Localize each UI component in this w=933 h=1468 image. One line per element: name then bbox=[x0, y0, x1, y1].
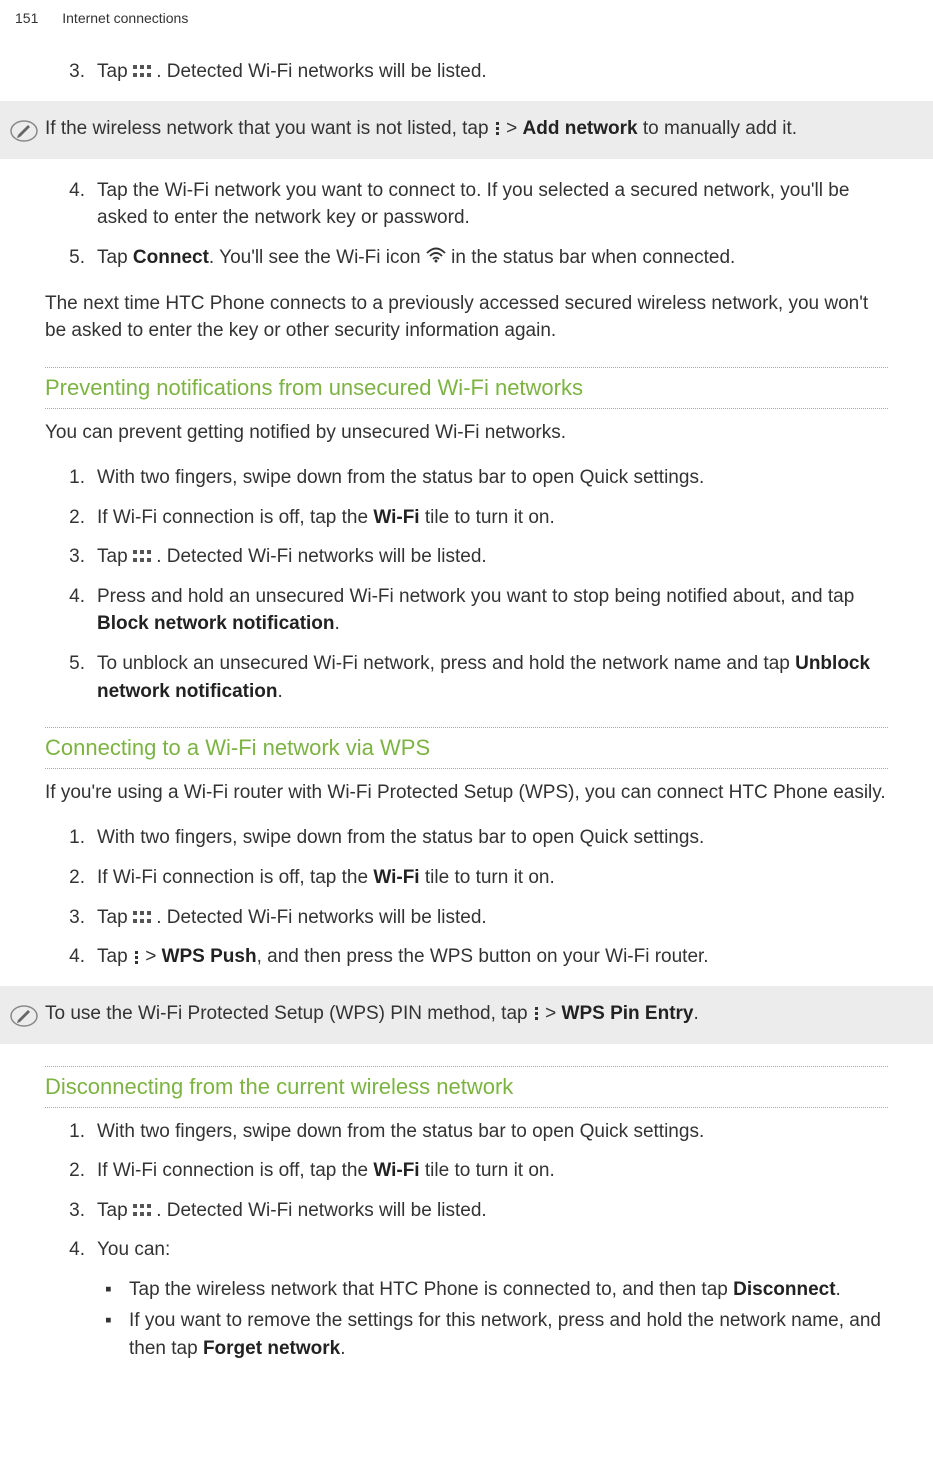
tiles-icon bbox=[133, 907, 151, 928]
step-5: 5. Tap Connect. You'll see the Wi-Fi ico… bbox=[45, 244, 888, 272]
step-text: Tap . Detected Wi-Fi networks will be li… bbox=[97, 543, 888, 571]
bullet-text: Tap the wireless network that HTC Phone … bbox=[129, 1276, 888, 1304]
s3-step-2: 2. If Wi-Fi connection is off, tap the W… bbox=[45, 864, 888, 892]
paragraph-prevent: You can prevent getting notified by unse… bbox=[45, 419, 888, 447]
note-add-network: If the wireless network that you want is… bbox=[0, 101, 933, 159]
s3-step-1: 1. With two fingers, swipe down from the… bbox=[45, 824, 888, 852]
bullet-marker: ▪ bbox=[105, 1276, 129, 1304]
tiles-icon bbox=[133, 61, 151, 82]
step-number: 4. bbox=[65, 177, 97, 232]
step-text: Tap > WPS Push, and then press the WPS b… bbox=[97, 943, 888, 971]
s4-step-4: 4. You can: bbox=[45, 1236, 888, 1264]
section-name: Internet connections bbox=[62, 10, 188, 26]
step-text: Tap . Detected Wi-Fi networks will be li… bbox=[97, 58, 888, 86]
vertical-dots-icon bbox=[496, 122, 499, 135]
step-number: 4. bbox=[65, 943, 97, 971]
s3-step-3: 3. Tap . Detected Wi-Fi networks will be… bbox=[45, 904, 888, 932]
step-number: 4. bbox=[65, 1236, 97, 1264]
s4-step-1: 1. With two fingers, swipe down from the… bbox=[45, 1118, 888, 1146]
step-number: 5. bbox=[65, 650, 97, 705]
s2-step-4: 4. Press and hold an unsecured Wi-Fi net… bbox=[45, 583, 888, 638]
tiles-icon bbox=[133, 1200, 151, 1221]
page-header: 151 Internet connections bbox=[0, 0, 933, 28]
step-number: 3. bbox=[65, 1197, 97, 1225]
step-4: 4. Tap the Wi-Fi network you want to con… bbox=[45, 177, 888, 232]
step-text: Tap . Detected Wi-Fi networks will be li… bbox=[97, 904, 888, 932]
note-text: To use the Wi-Fi Protected Setup (WPS) P… bbox=[43, 1000, 888, 1028]
s4-step-3: 3. Tap . Detected Wi-Fi networks will be… bbox=[45, 1197, 888, 1225]
heading-disconnecting: Disconnecting from the current wireless … bbox=[45, 1066, 888, 1108]
s4-step-2: 2. If Wi-Fi connection is off, tap the W… bbox=[45, 1157, 888, 1185]
heading-preventing-notifications: Preventing notifications from unsecured … bbox=[45, 367, 888, 409]
step-text: With two fingers, swipe down from the st… bbox=[97, 824, 888, 852]
bullet-disconnect: ▪ Tap the wireless network that HTC Phon… bbox=[45, 1276, 888, 1304]
bullet-text: If you want to remove the settings for t… bbox=[129, 1307, 888, 1362]
step-text: With two fingers, swipe down from the st… bbox=[97, 1118, 888, 1146]
step-number: 2. bbox=[65, 504, 97, 532]
step-number: 2. bbox=[65, 1157, 97, 1185]
step-number: 3. bbox=[65, 904, 97, 932]
step-text: Press and hold an unsecured Wi-Fi networ… bbox=[97, 583, 888, 638]
step-text: If Wi-Fi connection is off, tap the Wi-F… bbox=[97, 1157, 888, 1185]
bullet-marker: ▪ bbox=[105, 1307, 129, 1362]
s3-step-4: 4. Tap > WPS Push, and then press the WP… bbox=[45, 943, 888, 971]
s2-step-2: 2. If Wi-Fi connection is off, tap the W… bbox=[45, 504, 888, 532]
page-number: 151 bbox=[15, 10, 38, 26]
step-number: 1. bbox=[65, 1118, 97, 1146]
s2-step-1: 1. With two fingers, swipe down from the… bbox=[45, 464, 888, 492]
bullet-forget: ▪ If you want to remove the settings for… bbox=[45, 1307, 888, 1362]
step-3: 3. Tap . Detected Wi-Fi networks will be… bbox=[45, 58, 888, 86]
note-wps-pin: To use the Wi-Fi Protected Setup (WPS) P… bbox=[0, 986, 933, 1044]
step-number: 3. bbox=[65, 58, 97, 86]
step-number: 1. bbox=[65, 824, 97, 852]
wifi-icon bbox=[426, 244, 446, 272]
s2-step-3: 3. Tap . Detected Wi-Fi networks will be… bbox=[45, 543, 888, 571]
paragraph-wps: If you're using a Wi-Fi router with Wi-F… bbox=[45, 779, 888, 807]
step-text: You can: bbox=[97, 1236, 888, 1264]
pencil-icon bbox=[5, 115, 43, 145]
step-number: 1. bbox=[65, 464, 97, 492]
step-text: To unblock an unsecured Wi-Fi network, p… bbox=[97, 650, 888, 705]
step-number: 5. bbox=[65, 244, 97, 272]
tiles-icon bbox=[133, 546, 151, 567]
vertical-dots-icon bbox=[135, 951, 138, 964]
heading-wps: Connecting to a Wi-Fi network via WPS bbox=[45, 727, 888, 769]
s2-step-5: 5. To unblock an unsecured Wi-Fi network… bbox=[45, 650, 888, 705]
note-text: If the wireless network that you want is… bbox=[43, 115, 888, 143]
step-number: 4. bbox=[65, 583, 97, 638]
step-text: Tap . Detected Wi-Fi networks will be li… bbox=[97, 1197, 888, 1225]
step-text: Tap the Wi-Fi network you want to connec… bbox=[97, 177, 888, 232]
step-text: If Wi-Fi connection is off, tap the Wi-F… bbox=[97, 504, 888, 532]
vertical-dots-icon bbox=[535, 1007, 538, 1020]
step-text: With two fingers, swipe down from the st… bbox=[97, 464, 888, 492]
step-number: 2. bbox=[65, 864, 97, 892]
step-text: Tap Connect. You'll see the Wi-Fi icon i… bbox=[97, 244, 888, 272]
pencil-icon bbox=[5, 1000, 43, 1030]
step-number: 3. bbox=[65, 543, 97, 571]
step-text: If Wi-Fi connection is off, tap the Wi-F… bbox=[97, 864, 888, 892]
page-content: 3. Tap . Detected Wi-Fi networks will be… bbox=[0, 28, 933, 1386]
paragraph-reconnect: The next time HTC Phone connects to a pr… bbox=[45, 290, 888, 345]
